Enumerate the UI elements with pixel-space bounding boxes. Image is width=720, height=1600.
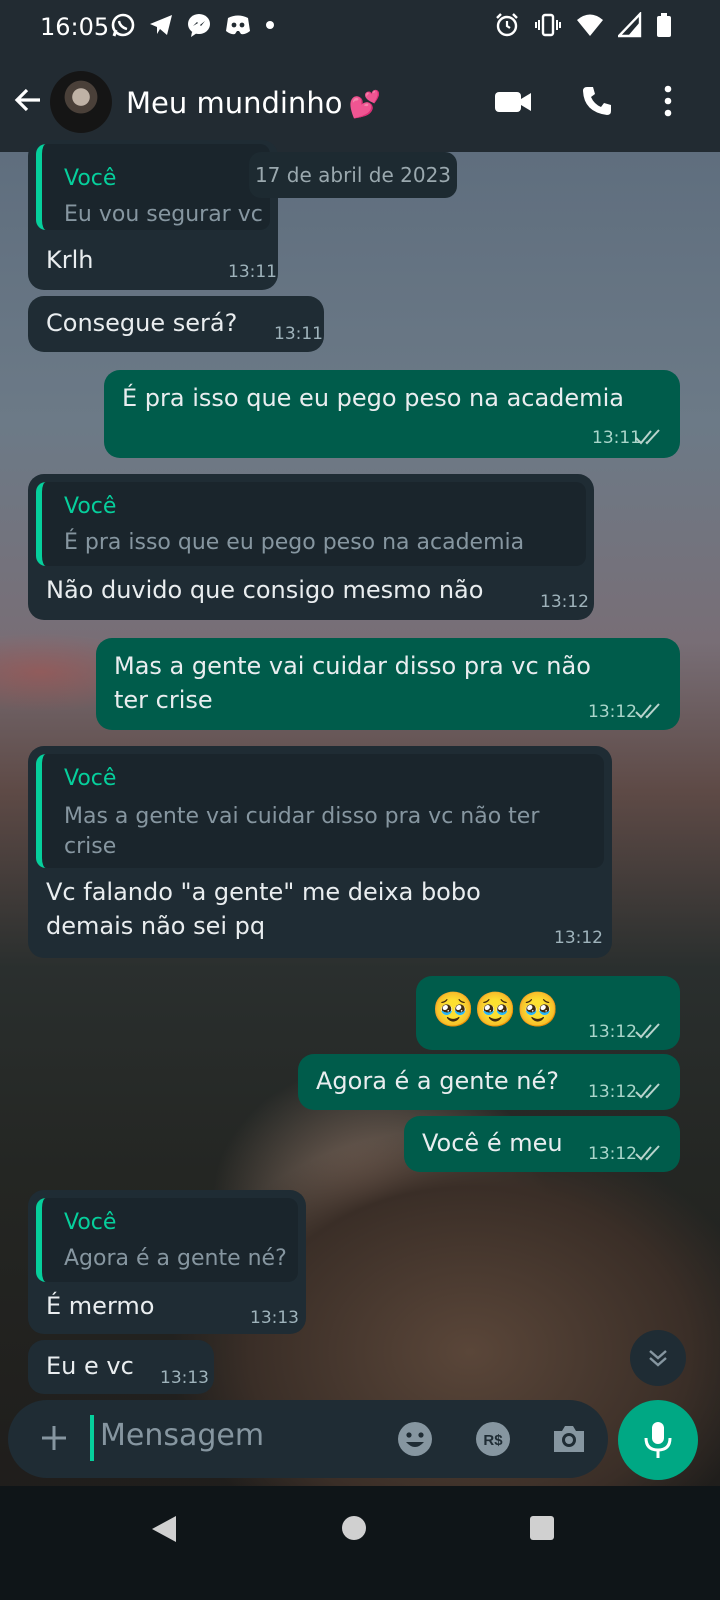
message-outgoing[interactable]: Você é meu 13:12	[404, 1116, 680, 1172]
quote-author: Você	[64, 166, 117, 191]
messenger-icon	[188, 14, 210, 37]
quote-author: Você	[64, 766, 117, 791]
message-input[interactable]: Mensagem	[100, 1418, 264, 1453]
message-time: 13:11	[228, 262, 277, 282]
read-receipt-icon	[635, 1145, 660, 1161]
message-text-line: ter crise	[114, 686, 213, 714]
double-chevron-down-icon	[649, 1350, 667, 1367]
message-incoming[interactable]: Consegue será? 13:11	[28, 296, 324, 352]
contact-emoji: 💕	[348, 90, 381, 120]
contact-name[interactable]: Meu mundinho 💕	[126, 86, 381, 120]
quote-author: Você	[64, 494, 117, 519]
camera-icon[interactable]	[550, 1420, 588, 1458]
read-receipt-icon	[635, 1083, 660, 1099]
quoted-message[interactable]: Você Agora é a gente né?	[36, 1198, 298, 1282]
message-emoji: 🥹🥹🥹	[432, 990, 560, 1030]
message-incoming[interactable]: Você É pra isso que eu pego peso na acad…	[28, 474, 594, 620]
alarm-icon	[496, 13, 518, 37]
message-time: 13:11	[274, 324, 323, 344]
video-call-icon[interactable]	[494, 88, 532, 116]
message-incoming[interactable]: Eu e vc 13:13	[28, 1340, 214, 1394]
message-outgoing[interactable]: 🥹🥹🥹 13:12	[416, 976, 680, 1050]
telegram-icon	[150, 15, 172, 35]
message-text-line: Vc falando "a gente" me deixa bobo	[46, 878, 481, 906]
read-receipt-icon	[635, 1023, 660, 1039]
message-text: Eu e vc	[46, 1352, 134, 1380]
attach-plus-icon[interactable]	[36, 1420, 72, 1456]
message-text: É pra isso que eu pego peso na academia	[122, 384, 624, 412]
battery-icon	[657, 13, 671, 37]
message-incoming[interactable]: Você Eu vou segurar vc Krlh 13:11	[28, 140, 278, 290]
message-text: Não duvido que consigo mesmo não	[46, 576, 484, 604]
message-text: Você é meu	[422, 1129, 563, 1157]
message-incoming[interactable]: Você Agora é a gente né? É mermo 13:13	[28, 1190, 306, 1334]
message-time: 13:12	[588, 1022, 637, 1042]
message-text: Consegue será?	[46, 309, 238, 337]
signal-icon	[618, 12, 642, 38]
svg-text:R$: R$	[483, 1432, 503, 1449]
quote-text-line: Mas a gente vai cuidar disso pra vc não …	[64, 804, 540, 829]
message-time: 13:12	[588, 1144, 637, 1164]
message-time: 13:13	[160, 1368, 209, 1388]
payment-icon[interactable]: R$	[474, 1420, 512, 1458]
quote-text-line: crise	[64, 834, 117, 859]
read-receipt-icon	[635, 703, 660, 719]
quoted-message[interactable]: Você Eu vou segurar vc	[36, 144, 270, 230]
nav-recents-icon[interactable]	[530, 1516, 554, 1540]
mic-icon	[644, 1422, 672, 1458]
more-options-icon[interactable]	[662, 84, 674, 118]
voice-call-icon[interactable]	[580, 84, 614, 118]
message-time: 13:13	[250, 1308, 299, 1328]
voice-record-button[interactable]	[618, 1400, 698, 1480]
read-receipt-icon	[635, 429, 660, 445]
quote-text: Eu vou segurar vc	[64, 202, 263, 227]
quoted-message[interactable]: Você Mas a gente vai cuidar disso pra vc…	[36, 754, 604, 868]
quote-text: É pra isso que eu pego peso na academia	[64, 530, 525, 555]
text-cursor	[90, 1415, 94, 1461]
message-incoming[interactable]: Você Mas a gente vai cuidar disso pra vc…	[28, 746, 612, 958]
nav-home-icon[interactable]	[342, 1516, 366, 1540]
message-composer: Mensagem R$	[8, 1400, 608, 1478]
message-time: 13:12	[588, 1082, 637, 1102]
message-outgoing[interactable]: Mas a gente vai cuidar disso pra vc não …	[96, 638, 680, 730]
contact-name-text: Meu mundinho	[126, 86, 343, 120]
dot-icon	[266, 21, 274, 29]
whatsapp-icon	[111, 13, 135, 37]
quoted-message[interactable]: Você É pra isso que eu pego peso na acad…	[36, 482, 586, 566]
message-text: É mermo	[46, 1292, 155, 1320]
message-text-line: demais não sei pq	[46, 912, 266, 940]
date-chip: 17 de abril de 2023	[249, 152, 457, 198]
message-time: 13:12	[540, 592, 589, 612]
emoji-icon[interactable]	[396, 1420, 434, 1458]
quote-author: Você	[64, 1210, 117, 1235]
message-time: 13:12	[588, 702, 637, 722]
back-arrow-icon[interactable]	[12, 84, 44, 116]
notification-icons	[110, 12, 276, 38]
message-time: 13:12	[554, 928, 603, 948]
status-bar: 16:05	[0, 0, 720, 56]
vibrate-icon	[535, 13, 561, 37]
message-text-line: Mas a gente vai cuidar disso pra vc não	[114, 652, 591, 680]
message-outgoing[interactable]: Agora é a gente né? 13:12	[298, 1054, 680, 1110]
system-icons	[494, 12, 672, 38]
wifi-icon	[577, 14, 603, 36]
message-text: Krlh	[46, 246, 94, 274]
contact-avatar[interactable]	[50, 71, 112, 133]
system-navigation-bar	[0, 1486, 720, 1600]
message-outgoing[interactable]: É pra isso que eu pego peso na academia …	[104, 370, 680, 458]
chat-header: Meu mundinho 💕	[0, 56, 720, 152]
discord-icon	[226, 15, 250, 35]
status-time: 16:05	[40, 13, 110, 41]
quote-text: Agora é a gente né?	[64, 1246, 287, 1271]
scroll-to-bottom-button[interactable]	[630, 1330, 686, 1386]
nav-back-icon[interactable]	[150, 1514, 178, 1544]
message-text: Agora é a gente né?	[316, 1067, 559, 1095]
